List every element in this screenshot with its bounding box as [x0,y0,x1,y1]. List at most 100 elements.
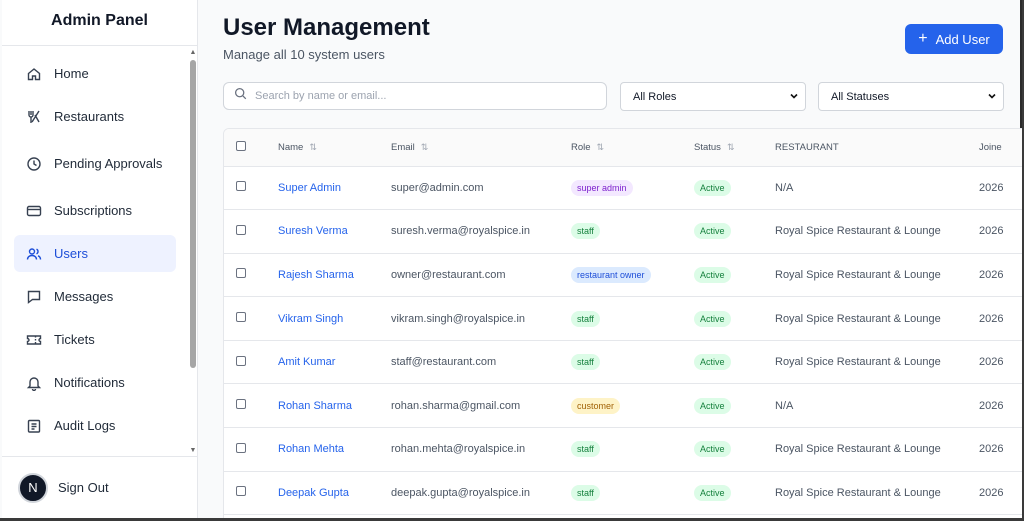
user-email: super@admin.com [391,181,484,194]
role-filter-value: All Roles [633,90,677,103]
table-header-row: Name ⇅ Email ⇅ Role ⇅ Status ⇅ RESTAURANT Jo… [224,129,1022,167]
sidebar-item-subscriptions[interactable]: Subscriptions [14,192,176,229]
table-row[interactable]: Super Admin super@admin.com super admin Act… [224,166,1022,211]
sort-icon[interactable]: ⇅ [727,142,735,152]
joined-cell: 2026 [979,427,1022,472]
row-checkbox[interactable] [236,399,246,410]
restaurant-cell: Royal Spice Restaurant & Lounge [775,340,979,385]
search-input[interactable] [255,90,595,102]
sort-icon[interactable]: ⇅ [421,142,429,152]
user-name-link[interactable]: Super Admin [278,182,341,194]
user-name-link[interactable]: Rohan Sharma [278,400,352,412]
joined-cell: 2026 [979,383,1022,429]
sidebar-item-restaurants[interactable]: Restaurants [14,98,176,135]
sidebar-item-tickets[interactable]: Tickets [14,321,176,358]
user-name-link[interactable]: Suresh Verma [278,225,348,237]
restaurant-name: N/A [775,399,794,412]
sidebar-item-audit-logs[interactable]: Audit Logs [14,407,176,444]
table-row[interactable]: Amit Kumar staff@restaurant.com staff Activ… [224,340,1022,385]
email-cell: rohan.mehta@royalspice.in [391,427,571,472]
role-badge: super admin [571,179,633,196]
status-filter-select[interactable]: All Statuses [818,82,1004,111]
column-header-name[interactable]: Name ⇅ [278,129,391,167]
user-name-link[interactable]: Rajesh Sharma [278,269,354,281]
row-checkbox[interactable] [236,312,246,323]
page-subtitle: Manage all 10 system users [223,47,385,62]
sign-out-button[interactable]: N Sign Out [2,456,197,518]
chevron-down-icon [987,91,997,103]
sidebar-item-users[interactable]: Users [14,235,176,272]
role-filter-select[interactable]: All Roles [620,82,806,111]
sidebar-nav: Home Restaurants Pending Approvals Subsc… [14,55,176,450]
ticket-icon [26,332,42,348]
row-checkbox[interactable] [236,181,246,192]
name-cell: Deepak Gupta [278,471,391,516]
user-email: staff@restaurant.com [391,356,497,369]
sidebar-item-notifications[interactable]: Notifications [14,364,176,401]
row-checkbox[interactable] [236,355,246,366]
bell-icon [26,375,42,391]
column-header-email[interactable]: Email ⇅ [391,129,571,167]
search-icon [234,87,247,105]
joined-date: 2026 [979,356,1004,369]
role-cell: staff [571,471,694,516]
user-name-link[interactable]: Rohan Mehta [278,443,344,455]
column-header-label: RESTAURANT [775,141,839,153]
table-row[interactable]: Rohan Mehta rohan.mehta@royalspice.in staf… [224,427,1022,472]
user-name-link[interactable]: Deepak Gupta [278,487,349,499]
status-cell: Active [694,383,775,429]
sidebar-item-home[interactable]: Home [14,55,176,92]
users-table: Name ⇅ Email ⇅ Role ⇅ Status ⇅ RESTAURANT Jo… [224,129,1022,516]
table-row[interactable]: Vikram Singh vikram.singh@royalspice.in st… [224,296,1022,341]
row-checkbox[interactable] [236,224,246,235]
joined-date: 2026 [979,312,1004,325]
search-box[interactable] [223,82,607,110]
sidebar-item-messages[interactable]: Messages [14,278,176,315]
role-cell: staff [571,296,694,341]
user-email: vikram.singh@royalspice.in [391,312,526,325]
scroll-down-arrow-icon[interactable]: ▼ [188,446,198,456]
name-cell: Super Admin [278,166,391,211]
page-title: User Management [223,14,430,41]
table-row[interactable]: Suresh Verma suresh.verma@royalspice.in st… [224,209,1022,254]
row-checkbox[interactable] [236,442,246,453]
row-checkbox-cell [224,471,278,516]
select-all-checkbox[interactable] [236,140,246,151]
scroll-up-arrow-icon[interactable]: ▲ [188,48,198,58]
status-cell: Active [694,471,775,516]
status-cell: Active [694,427,775,472]
column-header-label: Status [694,141,721,153]
row-checkbox[interactable] [236,486,246,497]
status-badge: Active [694,179,731,196]
sort-icon[interactable]: ⇅ [597,142,605,152]
table-row[interactable]: Deepak Gupta deepak.gupta@royalspice.in st… [224,471,1022,516]
table-row[interactable]: Rohan Sharma rohan.sharma@gmail.com custom… [224,383,1022,429]
joined-date: 2026 [979,486,1004,499]
column-header-role[interactable]: Role ⇅ [571,129,694,167]
joined-cell: 2026 [979,296,1022,341]
row-checkbox[interactable] [236,268,246,279]
status-cell: Active [694,253,775,298]
joined-date: 2026 [979,181,1004,194]
sidebar-scrollbar[interactable]: ▲ ▼ [188,48,198,456]
role-cell: staff [571,340,694,385]
user-name-link[interactable]: Vikram Singh [278,313,343,325]
email-cell: super@admin.com [391,166,571,211]
column-header-label: Joine [979,141,1002,153]
avatar[interactable]: N [18,472,48,503]
role-cell: staff [571,427,694,472]
user-name-link[interactable]: Amit Kumar [278,356,335,368]
sort-icon[interactable]: ⇅ [309,142,317,152]
sidebar-item-pending-approvals[interactable]: Pending Approvals [14,141,176,186]
column-header-status[interactable]: Status ⇅ [694,129,775,167]
name-cell: Rohan Mehta [278,427,391,472]
add-user-button[interactable]: + Add User [905,24,1003,54]
scroll-thumb[interactable] [190,60,196,368]
table-row[interactable]: Rajesh Sharma owner@restaurant.com restaur… [224,253,1022,298]
row-checkbox-cell [224,383,278,429]
restaurant-name: N/A [775,181,794,194]
role-cell: restaurant owner [571,253,694,298]
name-cell: Suresh Verma [278,209,391,254]
joined-cell: 2026 [979,471,1022,516]
restaurant-cell: Royal Spice Restaurant & Lounge [775,471,979,516]
